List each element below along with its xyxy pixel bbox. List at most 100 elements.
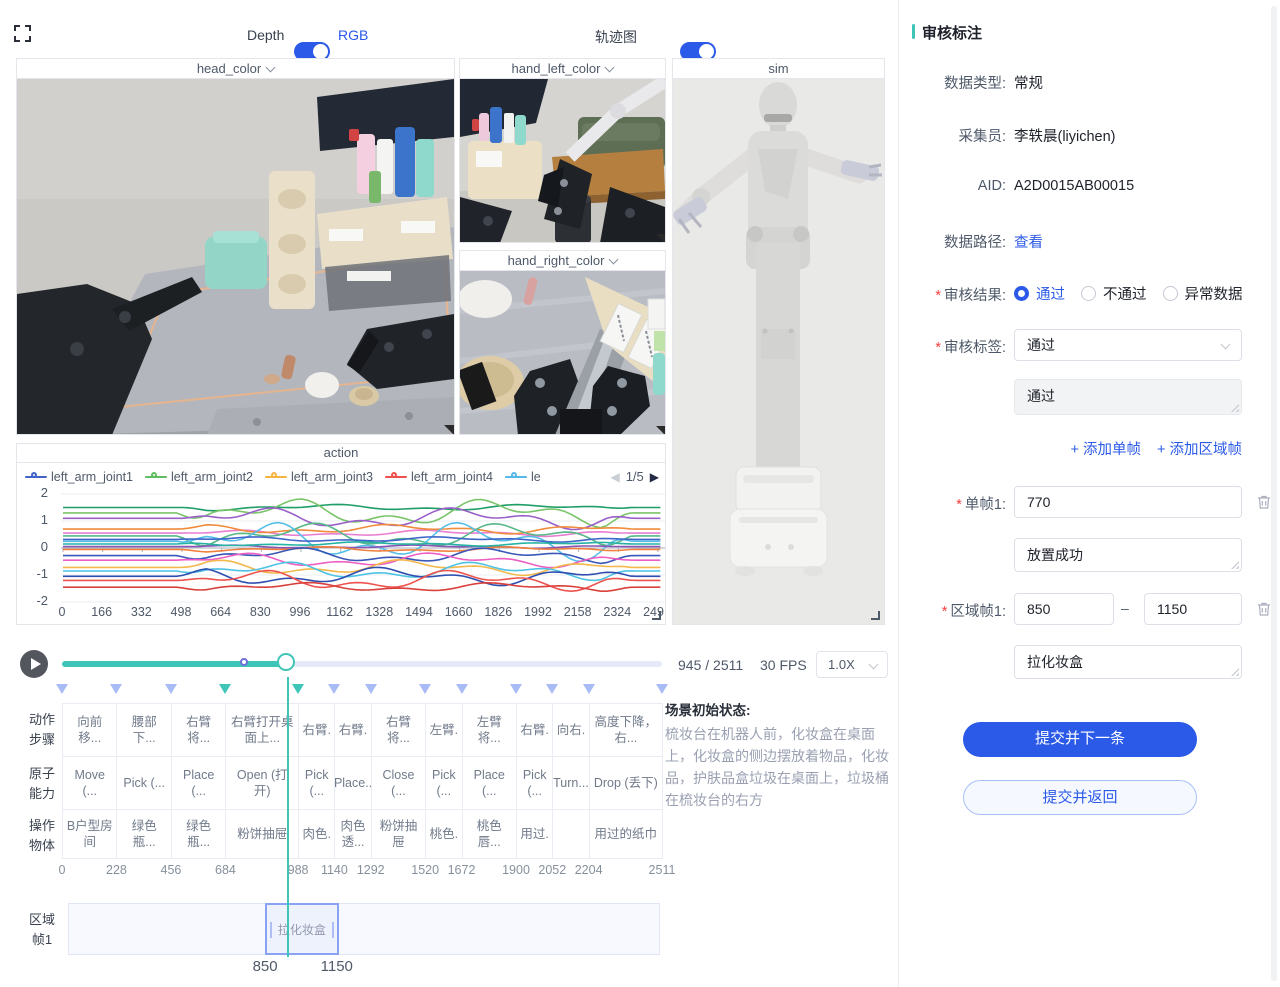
region-start-input[interactable]: 850 <box>1014 593 1114 625</box>
radio-label: 不通过 <box>1103 283 1147 304</box>
chart-x-tick: 996 <box>278 605 322 619</box>
action-line-chart[interactable] <box>17 489 666 609</box>
camera-select-hand-left[interactable]: hand_left_color <box>460 59 665 79</box>
cell-object: 肉色透... <box>334 809 371 859</box>
cell-object: B户型房间 <box>62 809 117 859</box>
cell-step: 右臂. <box>516 703 553 757</box>
delete-single-frame-icon[interactable] <box>1256 494 1272 510</box>
region-highlight[interactable]: 拉化妆盒 <box>265 903 339 955</box>
steps-column: 右臂将...Place (...绿色瓶... <box>171 703 226 859</box>
step-marker-icon[interactable] <box>510 684 522 694</box>
cell-step: 向右. <box>552 703 589 757</box>
step-marker-icon[interactable] <box>110 684 122 694</box>
range-separator: – <box>1121 600 1129 616</box>
single-frame-marker[interactable] <box>240 658 248 666</box>
chart-x-tick: 1162 <box>318 605 362 619</box>
cell-object: 粉饼抽屉 <box>371 809 426 859</box>
row-label-atomic-ability: 原子能力 <box>20 764 64 804</box>
steps-axis-tick: 1292 <box>349 863 393 877</box>
info-label: 数据类型: <box>880 72 1006 93</box>
chart-x-tick: 0 <box>40 605 84 619</box>
add-region-frame-link[interactable]: + 添加区域帧 <box>1157 438 1242 459</box>
resize-handle-icon[interactable] <box>871 611 880 620</box>
step-marker-icon[interactable] <box>165 684 177 694</box>
legend-item-le[interactable]: le <box>505 470 541 484</box>
review-comment-textarea[interactable]: 通过 <box>1014 379 1242 415</box>
region-frame-label: *区域帧1: <box>880 600 1006 621</box>
step-marker-icon[interactable] <box>365 684 377 694</box>
sim-view[interactable] <box>673 79 884 624</box>
steps-column: 向前移...Move (...B户型房间 <box>62 703 117 859</box>
review-result-options: 通过 不通过异常数据 <box>1014 283 1243 304</box>
chart-x-tick: 1826 <box>476 605 520 619</box>
camera-panel-sim: sim <box>672 58 885 625</box>
legend-next-icon[interactable]: ▶ <box>650 470 659 484</box>
radio-不通过[interactable]: 不通过 <box>1081 283 1147 304</box>
radio-异常数据[interactable]: 异常数据 <box>1163 283 1243 304</box>
legend-page-number: 1/5 <box>626 469 644 484</box>
review-result-label: *审核结果: <box>880 284 1006 305</box>
add-single-frame-link[interactable]: + 添加单帧 <box>1071 438 1142 459</box>
step-marker-icon[interactable] <box>56 684 68 694</box>
timeline-slider-handle[interactable] <box>277 653 295 671</box>
info-label: 采集员: <box>880 125 1006 146</box>
camera-title-hand-left: hand_left_color <box>512 61 601 76</box>
info-label: AID: <box>880 178 1006 194</box>
legend-item-left_arm_joint1[interactable]: left_arm_joint1 <box>25 470 133 484</box>
step-marker-icon[interactable] <box>583 684 595 694</box>
step-marker-icon[interactable] <box>546 684 558 694</box>
legend-item-left_arm_joint2[interactable]: left_arm_joint2 <box>145 470 253 484</box>
submit-back-button[interactable]: 提交并返回 <box>963 780 1197 815</box>
legend-prev-icon[interactable]: ◀ <box>610 470 619 484</box>
delete-region-frame-icon[interactable] <box>1256 601 1272 617</box>
single-frame-label: *单帧1: <box>880 493 1006 514</box>
radio-通过[interactable]: 通过 <box>1014 283 1065 304</box>
legend-label: left_arm_joint2 <box>171 470 253 484</box>
info-label: 数据路径: <box>880 231 1006 252</box>
play-button[interactable] <box>20 650 48 678</box>
chevron-down-icon <box>609 255 619 265</box>
camera-title-hand-right: hand_right_color <box>508 253 605 268</box>
step-marker-icon[interactable] <box>292 684 304 694</box>
legend-label: le <box>531 470 541 484</box>
panel-title-accent <box>912 24 915 39</box>
region-drag-handle-right[interactable] <box>332 922 334 938</box>
step-marker-icon[interactable] <box>219 684 231 694</box>
legend-label: left_arm_joint1 <box>51 470 133 484</box>
region-frame-track[interactable]: 拉化妆盒 <box>68 903 660 955</box>
frame-position: 945 / 2511 <box>678 657 743 673</box>
step-marker-icon[interactable] <box>419 684 431 694</box>
chart-x-tick: 332 <box>119 605 163 619</box>
rgb-label: RGB <box>338 27 368 43</box>
step-marker-icon[interactable] <box>456 684 468 694</box>
cell-step: 左臂将... <box>462 703 517 757</box>
speed-select[interactable]: 1.0X <box>816 651 888 678</box>
single-frame-note-textarea[interactable]: 放置成功 <box>1014 538 1242 572</box>
camera-select-hand-right[interactable]: hand_right_color <box>460 251 665 271</box>
action-chart-panel: action left_arm_joint1left_arm_joint2lef… <box>16 443 666 625</box>
legend-label: left_arm_joint3 <box>291 470 373 484</box>
cell-ability: Close (... <box>371 756 426 810</box>
submit-next-button[interactable]: 提交并下一条 <box>963 722 1197 757</box>
steps-axis-tick: 1672 <box>440 863 484 877</box>
data-path-link[interactable]: 查看 <box>1014 231 1043 252</box>
cell-ability: Drop (丢下) <box>589 756 663 810</box>
region-note-textarea[interactable]: 拉化妆盒 <box>1014 645 1242 679</box>
cell-ability: Place (... <box>171 756 226 810</box>
region-drag-handle-left[interactable] <box>270 922 272 938</box>
single-frame-input[interactable]: 770 <box>1014 486 1242 518</box>
row-label-operated-object: 操作物体 <box>20 816 64 856</box>
hand-left-camera-image <box>460 79 665 242</box>
chart-x-axis: 0166332498664830996116213281494166018261… <box>16 605 664 621</box>
legend-item-left_arm_joint4[interactable]: left_arm_joint4 <box>385 470 493 484</box>
region-end-input[interactable]: 1150 <box>1144 593 1242 625</box>
fullscreen-icon[interactable] <box>14 25 31 42</box>
cell-ability: Place (... <box>462 756 517 810</box>
cell-ability: Pick (... <box>116 756 171 810</box>
cell-ability: Turn... <box>552 756 589 810</box>
legend-item-left_arm_joint3[interactable]: left_arm_joint3 <box>265 470 373 484</box>
camera-select-head[interactable]: head_color <box>17 59 454 79</box>
step-marker-icon[interactable] <box>328 684 340 694</box>
step-marker-icon[interactable] <box>656 684 668 694</box>
review-tag-select[interactable]: 通过 <box>1014 329 1242 361</box>
